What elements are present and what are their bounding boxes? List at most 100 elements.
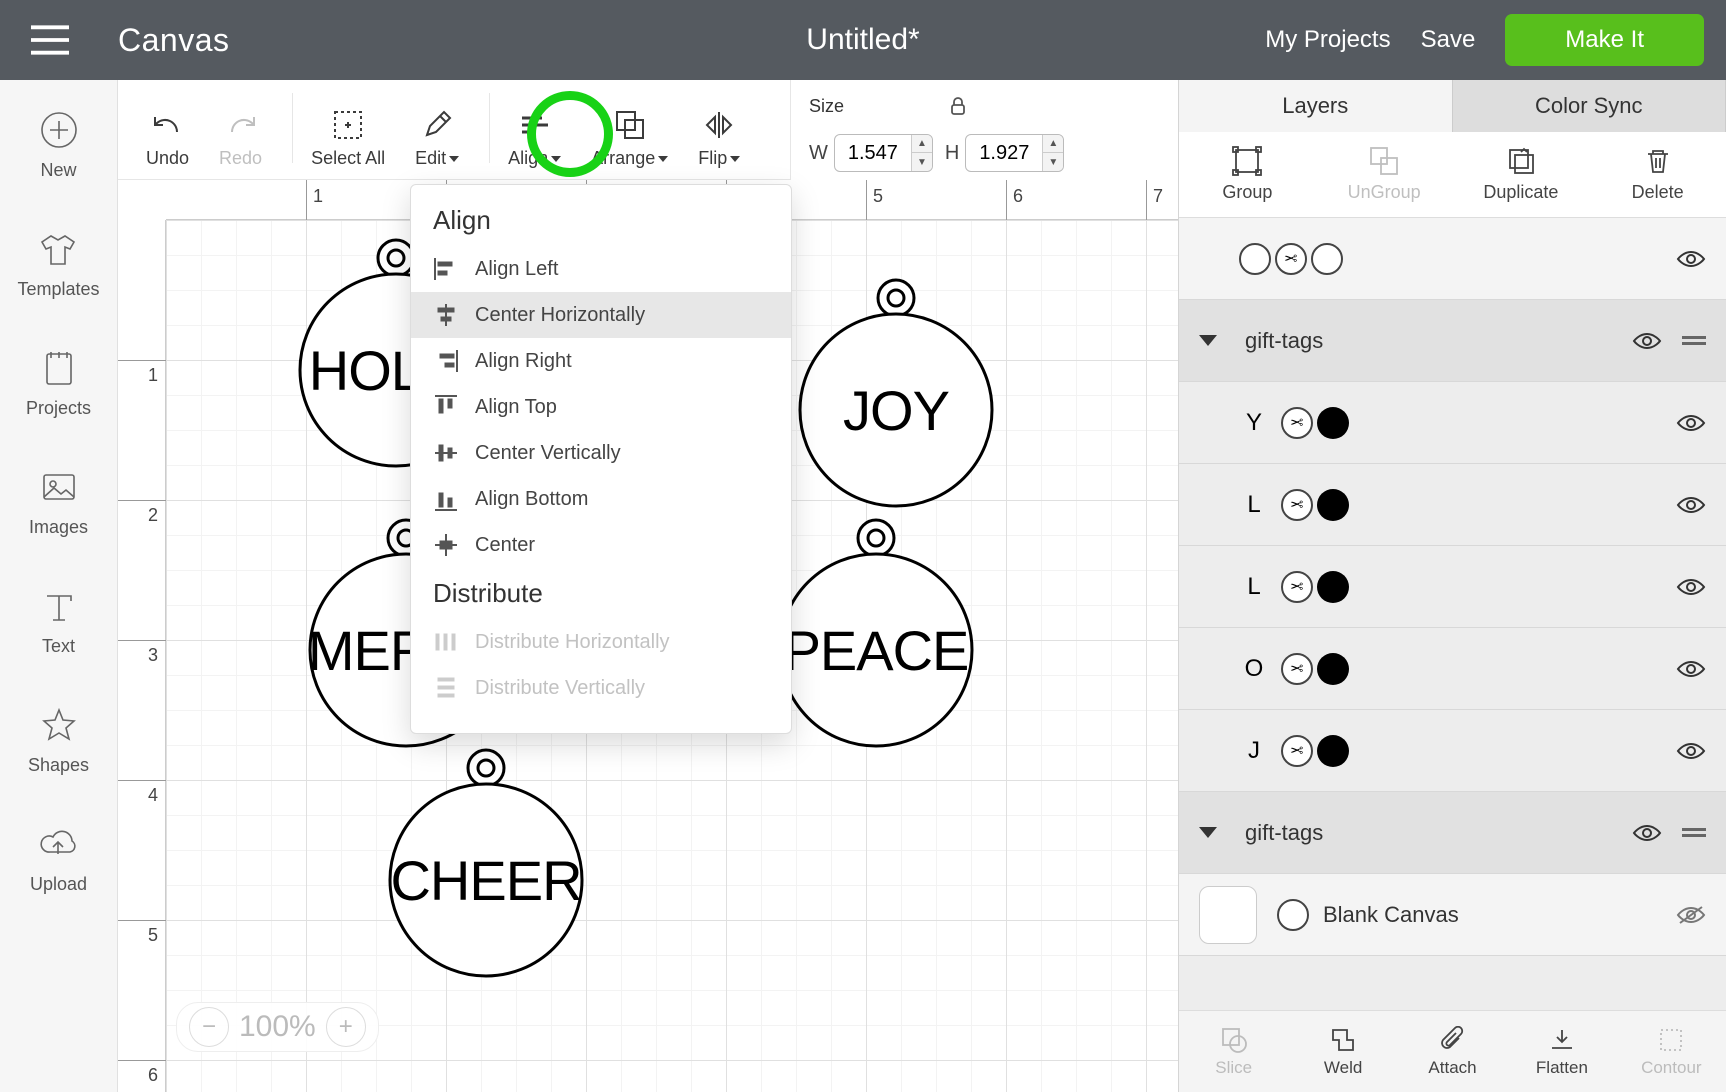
duplicate-button[interactable]: Duplicate [1453, 132, 1590, 217]
slice-icon [1220, 1026, 1248, 1054]
redo-icon [224, 108, 258, 142]
menu-button[interactable] [0, 25, 100, 55]
delete-button[interactable]: Delete [1589, 132, 1726, 217]
contour-button: Contour [1617, 1011, 1726, 1092]
align-right[interactable]: Align Right [411, 338, 791, 384]
layer-row-letter[interactable]: L [1179, 546, 1726, 628]
width-input[interactable]: ▲▼ [834, 134, 933, 172]
plus-circle-icon [39, 110, 79, 150]
align-section-header: Align [411, 205, 791, 246]
app-title: Canvas [118, 22, 230, 59]
sidebar-templates[interactable]: Templates [17, 229, 99, 300]
center-both[interactable]: Center [411, 522, 791, 568]
layer-menu[interactable] [1682, 336, 1706, 345]
text-icon [39, 586, 79, 626]
arrange-menu[interactable]: Arrange [591, 108, 668, 169]
slice-button: Slice [1179, 1011, 1288, 1092]
undo-button[interactable]: Undo [146, 108, 189, 169]
edit-menu[interactable]: Edit [415, 108, 459, 169]
tab-color-sync[interactable]: Color Sync [1453, 80, 1726, 132]
edit-icon [420, 108, 454, 142]
align-menu[interactable]: Align [508, 108, 561, 169]
right-panel: Layers Color Sync Group UnGroup Duplicat… [1178, 80, 1726, 1092]
layer-menu[interactable] [1682, 828, 1706, 837]
caret-icon [730, 156, 740, 162]
h-label: H [945, 142, 959, 165]
my-projects-link[interactable]: My Projects [1265, 26, 1390, 54]
layer-blank-canvas[interactable]: Blank Canvas [1179, 874, 1726, 956]
sidebar-upload[interactable]: Upload [30, 824, 87, 895]
select-all-icon [331, 108, 365, 142]
svg-text:CHEER: CHEER [390, 849, 581, 912]
sidebar-new[interactable]: New [39, 110, 79, 181]
weld-button[interactable]: Weld [1288, 1011, 1397, 1092]
visibility-toggle[interactable] [1676, 413, 1706, 433]
center-horizontally[interactable]: Center Horizontally [411, 292, 791, 338]
visibility-toggle[interactable] [1632, 823, 1662, 843]
undo-icon [151, 108, 185, 142]
layer-row-letter[interactable]: L [1179, 464, 1726, 546]
ungroup-icon [1369, 146, 1399, 176]
save-link[interactable]: Save [1421, 26, 1476, 54]
layer-row-ornament[interactable] [1179, 218, 1726, 300]
visibility-toggle[interactable] [1632, 331, 1662, 351]
layer-letter-thumb: L [1239, 573, 1269, 601]
cut-type-icon [1281, 489, 1313, 521]
select-all-button[interactable]: Select All [311, 108, 385, 169]
align-bottom[interactable]: Align Bottom [411, 476, 791, 522]
image-icon [39, 467, 79, 507]
tab-layers[interactable]: Layers [1179, 80, 1453, 132]
attach-button[interactable]: Attach [1398, 1011, 1507, 1092]
layer-row-letter[interactable]: O [1179, 628, 1726, 710]
align-top[interactable]: Align Top [411, 384, 791, 430]
notebook-icon [39, 348, 79, 388]
flatten-icon [1548, 1026, 1576, 1054]
zoom-in[interactable]: + [326, 1007, 366, 1047]
visibility-toggle-hidden[interactable] [1676, 905, 1706, 925]
visibility-toggle[interactable] [1676, 577, 1706, 597]
spinner-down[interactable]: ▼ [912, 153, 932, 171]
zoom-out[interactable]: − [189, 1007, 229, 1047]
layer-row-letter[interactable]: J [1179, 710, 1726, 792]
ornament-peace[interactable]: PEACE [776, 510, 976, 750]
sidebar-shapes[interactable]: Shapes [28, 705, 89, 776]
height-input[interactable]: ▲▼ [965, 134, 1064, 172]
visibility-toggle[interactable] [1676, 741, 1706, 761]
distribute-horizontally: Distribute Horizontally [411, 619, 791, 665]
layer-group-gift-tags-2[interactable]: gift-tags [1179, 792, 1726, 874]
spinner-up[interactable]: ▲ [912, 135, 932, 153]
align-left[interactable]: Align Left [411, 246, 791, 292]
cut-type-icon [1281, 653, 1313, 685]
layers-list: gift-tags Y L L O J [1179, 218, 1726, 1010]
lock-icon[interactable] [946, 94, 970, 118]
layer-group-gift-tags-1[interactable]: gift-tags [1179, 300, 1726, 382]
hamburger-icon [31, 25, 69, 55]
group-button[interactable]: Group [1179, 132, 1316, 217]
ruler-vertical: 123456 [118, 220, 166, 1092]
visibility-toggle[interactable] [1676, 495, 1706, 515]
document-title: Untitled* [806, 23, 919, 57]
cut-type-icon [1281, 407, 1313, 439]
visibility-toggle[interactable] [1676, 249, 1706, 269]
contour-icon [1657, 1026, 1685, 1054]
sidebar-images[interactable]: Images [29, 467, 88, 538]
tshirt-icon [38, 229, 78, 269]
make-it-button[interactable]: Make It [1505, 14, 1704, 66]
size-label: Size [809, 96, 844, 117]
w-label: W [809, 142, 828, 165]
visibility-toggle[interactable] [1676, 659, 1706, 679]
layer-row-letter[interactable]: Y [1179, 382, 1726, 464]
expand-toggle[interactable] [1199, 827, 1217, 838]
swatch-black [1317, 735, 1349, 767]
ornament-cheer[interactable]: CHEER [386, 740, 586, 980]
expand-toggle[interactable] [1199, 335, 1217, 346]
flip-menu[interactable]: Flip [698, 108, 740, 169]
center-vertically[interactable]: Center Vertically [411, 430, 791, 476]
sidebar-text[interactable]: Text [39, 586, 79, 657]
group-icon [1232, 146, 1262, 176]
swatch-white [1239, 243, 1271, 275]
ornament-joy[interactable]: JOY [796, 270, 996, 510]
flatten-button[interactable]: Flatten [1507, 1011, 1616, 1092]
sidebar-projects[interactable]: Projects [26, 348, 91, 419]
star-icon [39, 705, 79, 745]
